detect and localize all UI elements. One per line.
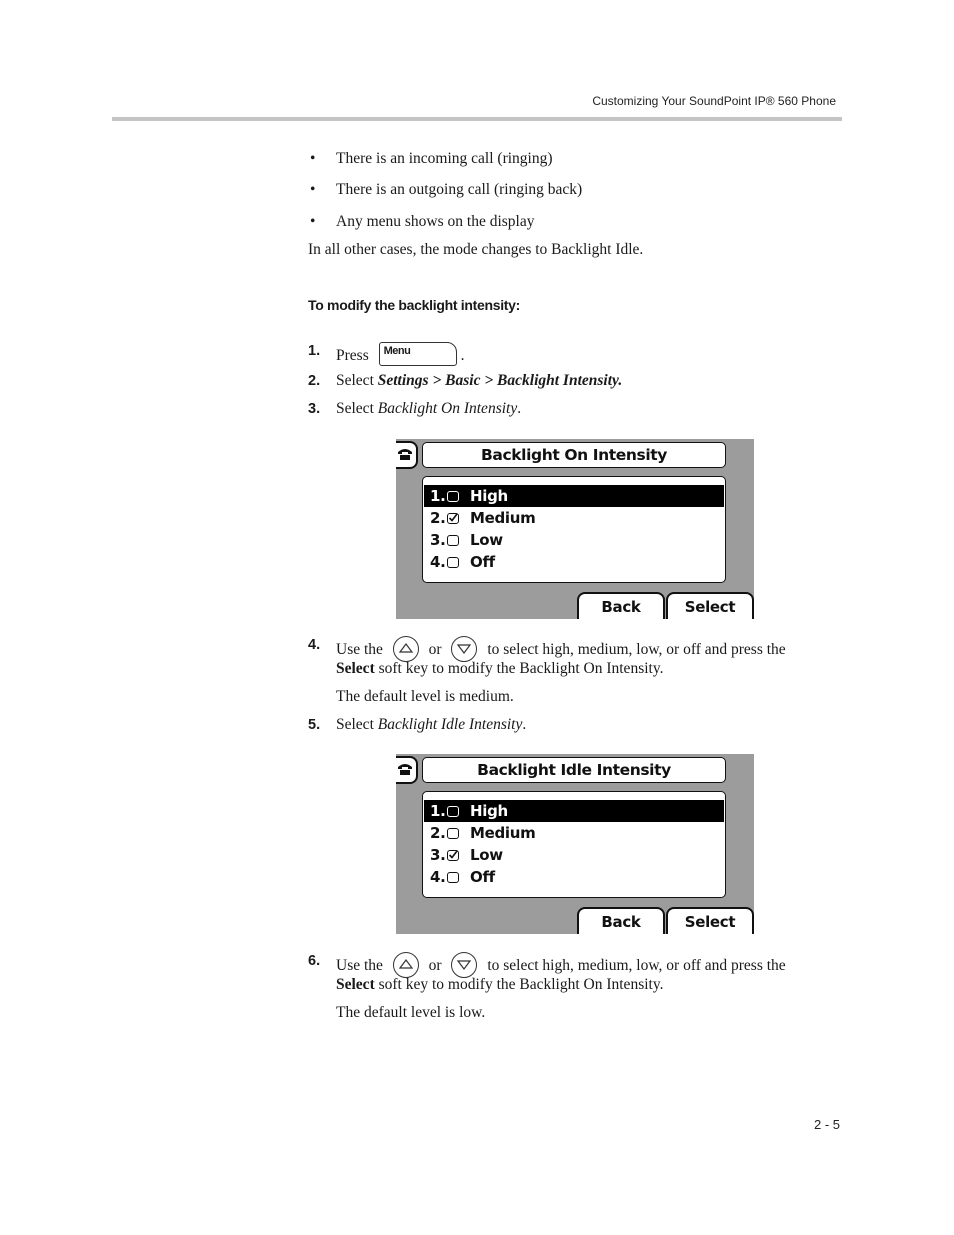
step-number: 3. xyxy=(308,401,321,417)
option-row[interactable]: 2. Medium xyxy=(424,822,724,844)
step-text: . xyxy=(517,400,522,417)
softkey-name: Select xyxy=(336,976,375,993)
select-softkey[interactable]: Select xyxy=(666,907,754,934)
paragraph: In all other cases, the mode changes to … xyxy=(308,241,644,258)
phone-screen-backlight-on: Backlight On Intensity 1. High 2. Medium… xyxy=(396,439,754,619)
down-arrow-key-icon xyxy=(451,636,478,662)
screen-title: Backlight Idle Intensity xyxy=(422,757,726,783)
phone-screen-backlight-idle: Backlight Idle Intensity 1. High 2. Medi… xyxy=(396,754,754,934)
option-label: Low xyxy=(470,846,503,864)
options-list: 1. High 2. Medium 3. Low 4. Off xyxy=(422,791,726,898)
option-row[interactable]: 3. Low xyxy=(424,844,724,866)
step-number: 1. xyxy=(308,343,321,359)
checkbox-unchecked-icon xyxy=(447,872,459,883)
up-arrow-key-icon xyxy=(392,952,419,978)
checkbox-unchecked-icon xyxy=(447,828,459,839)
option-number: 3. xyxy=(430,531,446,549)
back-softkey[interactable]: Back xyxy=(577,907,665,934)
option-number: 1. xyxy=(430,802,446,820)
step-number: 5. xyxy=(308,717,321,733)
option-label: Medium xyxy=(470,824,536,842)
softkey-name: Select xyxy=(336,660,375,677)
step-text: . xyxy=(460,347,465,364)
procedure-title: To modify the backlight intensity: xyxy=(308,297,520,313)
option-number: 3. xyxy=(430,846,446,864)
bullet-dot: • xyxy=(310,150,316,167)
step-text: Select xyxy=(336,372,374,389)
option-row[interactable]: 2. Medium xyxy=(424,507,724,529)
checkbox-unchecked-icon xyxy=(447,491,459,502)
checkbox-unchecked-icon xyxy=(447,557,459,568)
option-row[interactable]: 3. Low xyxy=(424,529,724,551)
step-number: 6. xyxy=(308,953,321,969)
option-label: Medium xyxy=(470,509,536,527)
bullet-dot: • xyxy=(310,213,316,230)
step-text: soft key to modify the Backlight On Inte… xyxy=(374,976,664,993)
bullet-text: Any menu shows on the display xyxy=(336,213,535,230)
step-text: . xyxy=(522,716,527,733)
option-number: 4. xyxy=(430,868,446,886)
checkbox-checked-icon xyxy=(447,850,459,861)
bullet-text: There is an outgoing call (ringing back) xyxy=(336,181,583,198)
step-text: to select high, medium, low, or off and … xyxy=(487,957,786,974)
option-row[interactable]: 4. Off xyxy=(424,866,724,888)
select-softkey[interactable]: Select xyxy=(666,592,754,619)
default-note: The default level is low. xyxy=(336,1004,486,1021)
handset-icon xyxy=(396,756,418,784)
page-number: 2 - 5 xyxy=(813,1117,840,1132)
option-row[interactable]: 4. Off xyxy=(424,551,724,573)
step-text: Select xyxy=(336,400,374,417)
menu-key-icon: Menu xyxy=(378,342,457,366)
step-number: 2. xyxy=(308,373,321,389)
step-text: soft key to modify the Backlight On Inte… xyxy=(374,660,664,677)
menu-path: Settings > Basic > Backlight Intensity. xyxy=(377,372,623,389)
checkbox-checked-icon xyxy=(447,513,459,524)
step-text: Press xyxy=(336,347,369,364)
option-label: Off xyxy=(470,553,495,571)
back-softkey[interactable]: Back xyxy=(577,592,665,619)
bullet-text: There is an incoming call (ringing) xyxy=(336,150,553,167)
menu-item-name: Backlight On Intensity xyxy=(377,400,518,417)
menu-item-name: Backlight Idle Intensity xyxy=(377,716,523,733)
step-text: or xyxy=(428,641,442,658)
option-number: 2. xyxy=(430,509,446,527)
menu-key-label: Menu xyxy=(383,345,411,357)
checkbox-unchecked-icon xyxy=(447,806,459,817)
up-arrow-key-icon xyxy=(392,636,419,662)
options-list: 1. High 2. Medium 3. Low 4. Off xyxy=(422,476,726,583)
step-text: Select xyxy=(336,716,374,733)
step-text: or xyxy=(428,957,442,974)
option-label: High xyxy=(470,487,508,505)
handset-icon xyxy=(396,441,418,469)
option-label: Low xyxy=(470,531,503,549)
step-text: to select high, medium, low, or off and … xyxy=(487,641,786,658)
option-label: Off xyxy=(470,868,495,886)
header-rule xyxy=(112,117,842,121)
bullet-dot: • xyxy=(310,181,316,198)
step-number: 4. xyxy=(308,637,321,653)
running-header: Customizing Your SoundPoint IP® 560 Phon… xyxy=(592,94,836,108)
step-text: Use the xyxy=(336,641,383,658)
screen-title: Backlight On Intensity xyxy=(422,442,726,468)
option-row[interactable]: 1. High xyxy=(424,800,724,822)
option-number: 1. xyxy=(430,487,446,505)
step-text: Use the xyxy=(336,957,383,974)
option-label: High xyxy=(470,802,508,820)
down-arrow-key-icon xyxy=(451,952,478,978)
checkbox-unchecked-icon xyxy=(447,535,459,546)
default-note: The default level is medium. xyxy=(336,688,514,705)
option-row[interactable]: 1. High xyxy=(424,485,724,507)
option-number: 4. xyxy=(430,553,446,571)
option-number: 2. xyxy=(430,824,446,842)
